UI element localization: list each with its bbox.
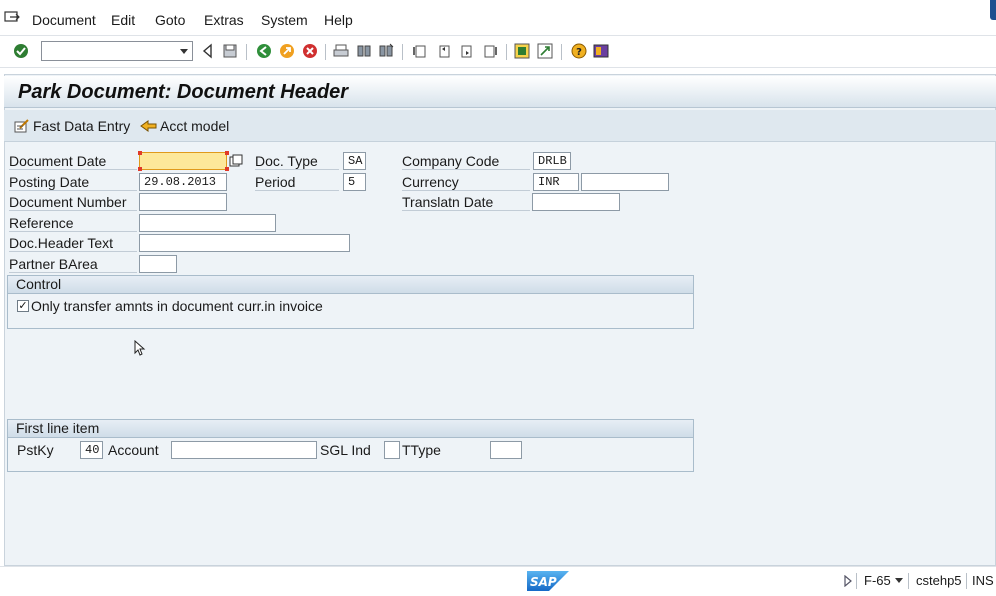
print-icon[interactable]	[333, 43, 349, 59]
shortcut-icon[interactable]	[537, 43, 553, 59]
status-bar: SAP F-65 cstehp5 INS	[0, 566, 996, 596]
menu-edit[interactable]: Edit	[111, 12, 135, 28]
new-session-icon[interactable]	[514, 43, 530, 59]
enter-check-icon[interactable]	[13, 43, 29, 59]
only-transfer-label: Only transfer amnts in document curr.in …	[31, 298, 323, 314]
reference-label: Reference	[9, 215, 137, 232]
svg-text:?: ?	[576, 47, 582, 58]
account-label: Account	[108, 442, 159, 458]
status-separator	[966, 573, 967, 589]
currency-label: Currency	[402, 174, 530, 191]
sgl-ind-input[interactable]	[384, 441, 400, 459]
input-mode: INS	[972, 573, 994, 588]
help-icon[interactable]: ?	[571, 43, 587, 59]
posting-date-label: Posting Date	[9, 174, 137, 191]
save-icon[interactable]	[222, 43, 238, 59]
reference-input[interactable]	[139, 214, 276, 232]
menu-help[interactable]: Help	[324, 12, 353, 28]
translatn-date-input[interactable]	[532, 193, 620, 211]
find-icon[interactable]	[356, 43, 372, 59]
only-transfer-checkbox[interactable]: ✓	[17, 300, 29, 312]
first-line-item-title: First line item	[8, 420, 693, 438]
company-code-label: Company Code	[402, 153, 530, 170]
last-page-icon[interactable]	[482, 43, 498, 59]
calendar-help-icon[interactable]	[229, 154, 243, 168]
ttype-input[interactable]	[490, 441, 522, 459]
menu-system[interactable]: System	[261, 12, 308, 28]
acct-model-icon	[140, 120, 157, 132]
document-date-input[interactable]	[139, 152, 227, 170]
doc-header-text-label: Doc.Header Text	[9, 235, 137, 252]
back-green-icon[interactable]	[256, 43, 272, 59]
status-separator	[908, 573, 909, 589]
menu-goto[interactable]: Goto	[155, 12, 185, 28]
chevron-down-icon[interactable]	[895, 578, 903, 583]
period-label: Period	[255, 174, 339, 191]
fast-data-entry-button[interactable]: Fast Data Entry	[14, 118, 130, 134]
required-marker	[138, 151, 142, 155]
toolbar-separator	[325, 44, 326, 60]
required-marker	[138, 167, 142, 171]
cancel-icon[interactable]	[302, 43, 318, 59]
toolbar-separator	[561, 44, 562, 60]
sgl-ind-label: SGL Ind	[320, 442, 371, 458]
find-next-icon[interactable]	[378, 43, 394, 59]
currency-input[interactable]: INR	[533, 173, 579, 191]
first-page-icon[interactable]	[412, 43, 428, 59]
document-date-label: Document Date	[9, 153, 137, 170]
status-separator	[856, 573, 857, 589]
exchange-rate-input[interactable]	[581, 173, 669, 191]
mouse-cursor-icon	[134, 340, 146, 356]
title-bar: Park Document: Document Header	[4, 76, 996, 108]
customize-layout-icon[interactable]	[593, 43, 609, 59]
partner-barea-label: Partner BArea	[9, 256, 137, 273]
status-expand-icon[interactable]	[843, 575, 853, 587]
page-title: Park Document: Document Header	[18, 81, 349, 103]
transaction-code: F-65	[864, 573, 891, 588]
pstky-input[interactable]: 40	[80, 441, 103, 459]
control-group-title: Control	[8, 276, 693, 294]
toolbar-separator	[402, 44, 403, 60]
exit-icon[interactable]	[279, 43, 295, 59]
command-field[interactable]	[41, 41, 193, 61]
document-number-label: Document Number	[9, 194, 137, 211]
menu-bar: Document Edit Goto Extras System Help	[0, 0, 996, 36]
sap-logo-icon: SAP	[527, 571, 569, 591]
server-name: cstehp5	[916, 573, 962, 588]
toolbar-separator	[246, 44, 247, 60]
doc-header-text-input[interactable]	[139, 234, 350, 252]
acct-model-button[interactable]: Acct model	[140, 118, 229, 134]
window-edge	[990, 0, 996, 20]
menu-document[interactable]: Document	[32, 12, 96, 28]
application-toolbar: Fast Data Entry Acct model	[4, 110, 996, 142]
chevron-down-icon[interactable]	[180, 49, 188, 54]
document-number-input[interactable]	[139, 193, 227, 211]
back-arrow-icon[interactable]	[200, 43, 216, 59]
menu-window-icon[interactable]	[4, 11, 20, 25]
company-code-input[interactable]: DRLB	[533, 152, 571, 170]
menu-extras[interactable]: Extras	[204, 12, 244, 28]
doc-type-label: Doc. Type	[255, 153, 339, 170]
acct-model-label: Acct model	[160, 118, 230, 134]
toolbar-separator	[506, 44, 507, 60]
doc-type-input[interactable]: SA	[343, 152, 366, 170]
fast-data-entry-label: Fast Data Entry	[33, 118, 131, 134]
period-input[interactable]: 5	[343, 173, 366, 191]
fast-entry-icon	[14, 119, 29, 133]
standard-toolbar: ?	[0, 36, 996, 68]
next-page-icon[interactable]	[459, 43, 475, 59]
svg-text:SAP: SAP	[530, 575, 557, 589]
previous-page-icon[interactable]	[436, 43, 452, 59]
pstky-label: PstKy	[17, 442, 54, 458]
ttype-label: TType	[402, 442, 441, 458]
partner-barea-input[interactable]	[139, 255, 177, 273]
posting-date-input[interactable]: 29.08.2013	[139, 173, 227, 191]
translatn-date-label: Translatn Date	[402, 194, 530, 211]
account-input[interactable]	[171, 441, 317, 459]
